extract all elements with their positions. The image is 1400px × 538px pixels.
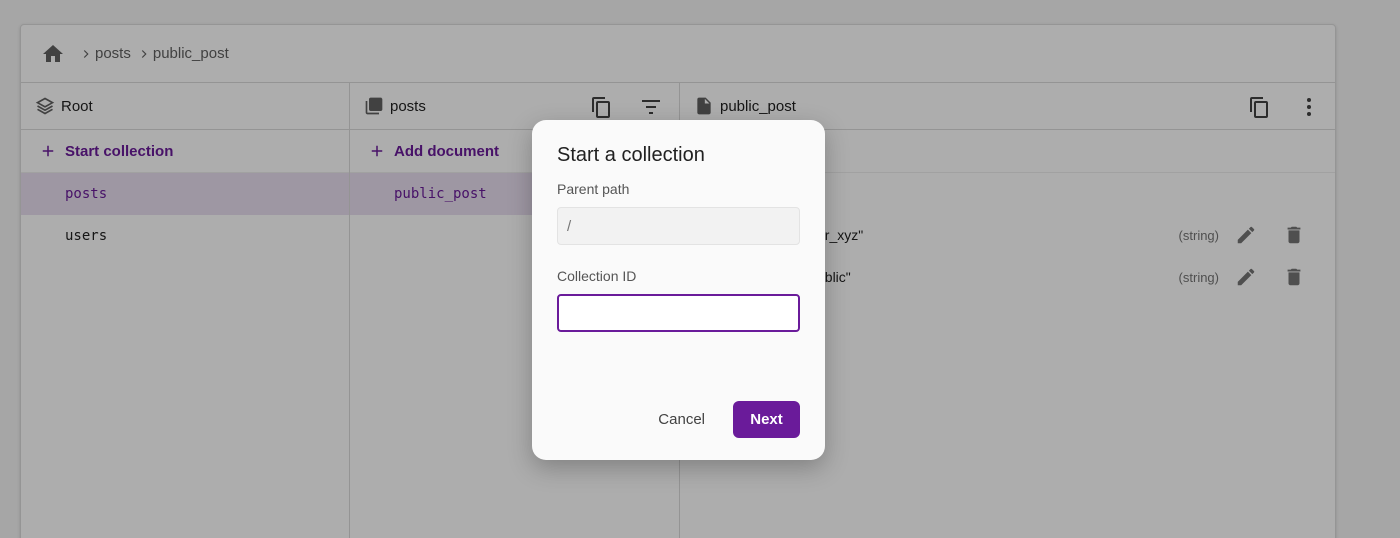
dialog-title: Start a collection <box>557 144 705 166</box>
cancel-button[interactable]: Cancel <box>646 401 717 438</box>
collection-id-label: Collection ID <box>557 268 637 284</box>
parent-path-label: Parent path <box>557 181 630 197</box>
start-collection-dialog: Start a collection Parent path / Collect… <box>532 120 825 460</box>
collection-id-input[interactable] <box>557 294 800 332</box>
parent-path-field: / <box>557 207 800 245</box>
dialog-actions: Cancel Next <box>646 401 800 438</box>
next-button[interactable]: Next <box>733 401 800 438</box>
